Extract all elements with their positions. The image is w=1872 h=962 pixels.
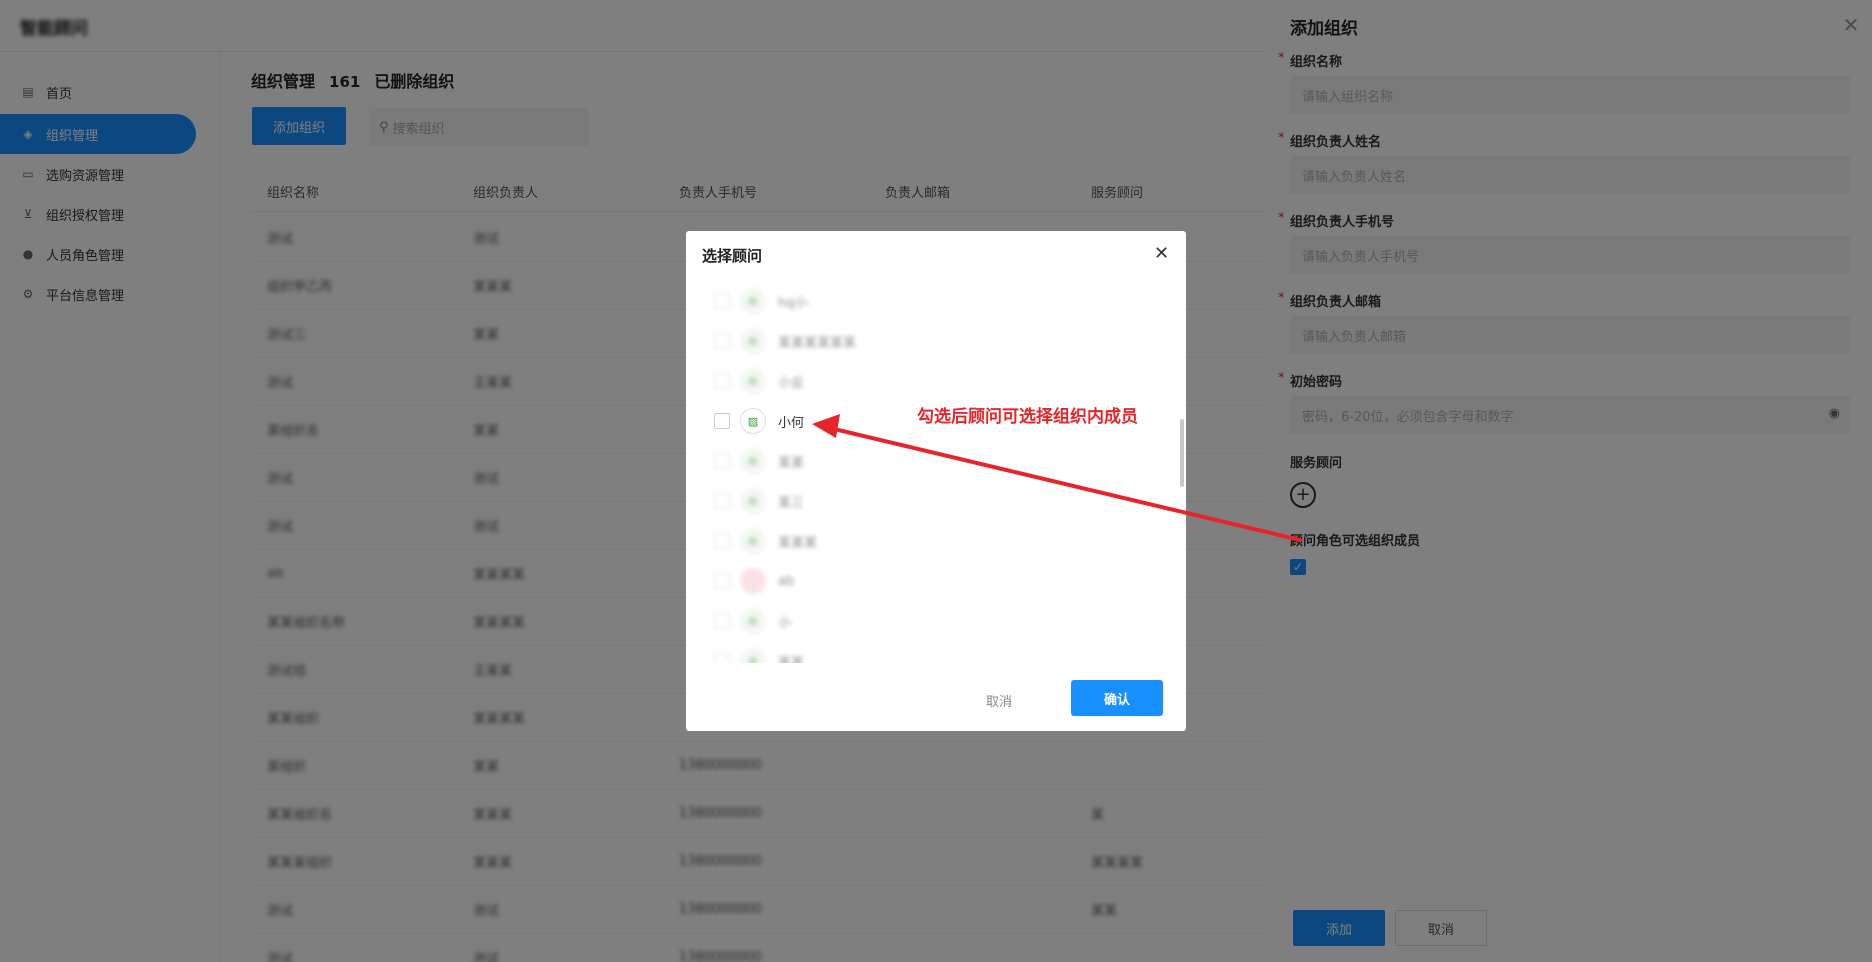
avatar: ▨ bbox=[740, 408, 766, 434]
advisor-checkbox[interactable] bbox=[714, 373, 730, 389]
advisor-name: 某某某某某某 bbox=[778, 335, 857, 351]
advisor-checkbox[interactable] bbox=[714, 613, 730, 629]
advisor-item[interactable]: ✿ 某三 bbox=[714, 481, 804, 521]
advisor-item[interactable]: ✿ 小 bbox=[714, 601, 791, 641]
advisor-name: 某三 bbox=[778, 495, 805, 511]
advisor-item[interactable]: ✿ 某某某某某某 bbox=[714, 321, 856, 361]
advisor-list: ✿ hq小 ✿ 某某某某某某 ✿ 小云 ▨ 小何 ✿ 某某 ✿ 某三 ✿ 某某某… bbox=[686, 283, 1186, 663]
advisor-name: 小云 bbox=[778, 375, 805, 391]
avatar: ✿ bbox=[740, 528, 766, 554]
modal-cancel-button[interactable]: 取消 bbox=[986, 691, 1012, 710]
advisor-item[interactable]: ✿ 某某 bbox=[714, 441, 804, 481]
avatar: ✿ bbox=[740, 368, 766, 394]
advisor-name: 某某 bbox=[778, 455, 805, 471]
advisor-checkbox[interactable] bbox=[714, 573, 730, 589]
advisor-name: 小何 bbox=[778, 415, 805, 431]
advisor-item[interactable]: ✿ 某某某 bbox=[714, 521, 817, 561]
confirm-button[interactable]: 确认 bbox=[1071, 680, 1163, 716]
avatar: ✿ bbox=[740, 488, 766, 514]
advisor-item-xiaohe[interactable]: ▨ 小何 bbox=[714, 401, 804, 441]
avatar: ✿ bbox=[740, 288, 766, 314]
avatar: ✿ bbox=[740, 648, 766, 663]
advisor-checkbox[interactable] bbox=[714, 653, 730, 663]
avatar: ✿ bbox=[740, 448, 766, 474]
list-scrollbar[interactable] bbox=[1180, 419, 1184, 487]
annotation-text: 勾选后顾问可选择组织内成员 bbox=[917, 407, 1138, 427]
advisor-checkbox[interactable] bbox=[714, 293, 730, 309]
avatar: ✿ bbox=[740, 328, 766, 354]
select-advisor-modal: 选择顾问 ✕ ✿ hq小 ✿ 某某某某某某 ✿ 小云 ▨ 小何 ✿ 某某 ✿ 某… bbox=[686, 231, 1186, 731]
drawer-dim bbox=[1266, 0, 1872, 962]
advisor-checkbox[interactable] bbox=[714, 413, 730, 429]
advisor-name: ab bbox=[778, 573, 795, 589]
advisor-name: hq小 bbox=[778, 295, 808, 311]
avatar: ✿ bbox=[740, 608, 766, 634]
close-icon[interactable]: ✕ bbox=[1154, 243, 1169, 264]
advisor-checkbox[interactable] bbox=[714, 333, 730, 349]
advisor-name: 某某某 bbox=[778, 535, 818, 551]
advisor-item[interactable]: ✿ 小云 bbox=[714, 361, 804, 401]
advisor-item[interactable]: ✿ hq小 bbox=[714, 283, 808, 321]
modal-title: 选择顾问 bbox=[702, 247, 763, 265]
advisor-name: 某某 bbox=[778, 655, 805, 664]
advisor-checkbox[interactable] bbox=[714, 453, 730, 469]
advisor-item[interactable]: ab bbox=[714, 561, 794, 601]
advisor-checkbox[interactable] bbox=[714, 533, 730, 549]
advisor-item[interactable]: ✿ 某某 bbox=[714, 641, 804, 663]
advisor-name: 小 bbox=[778, 615, 792, 631]
advisor-checkbox[interactable] bbox=[714, 493, 730, 509]
avatar bbox=[740, 568, 766, 594]
